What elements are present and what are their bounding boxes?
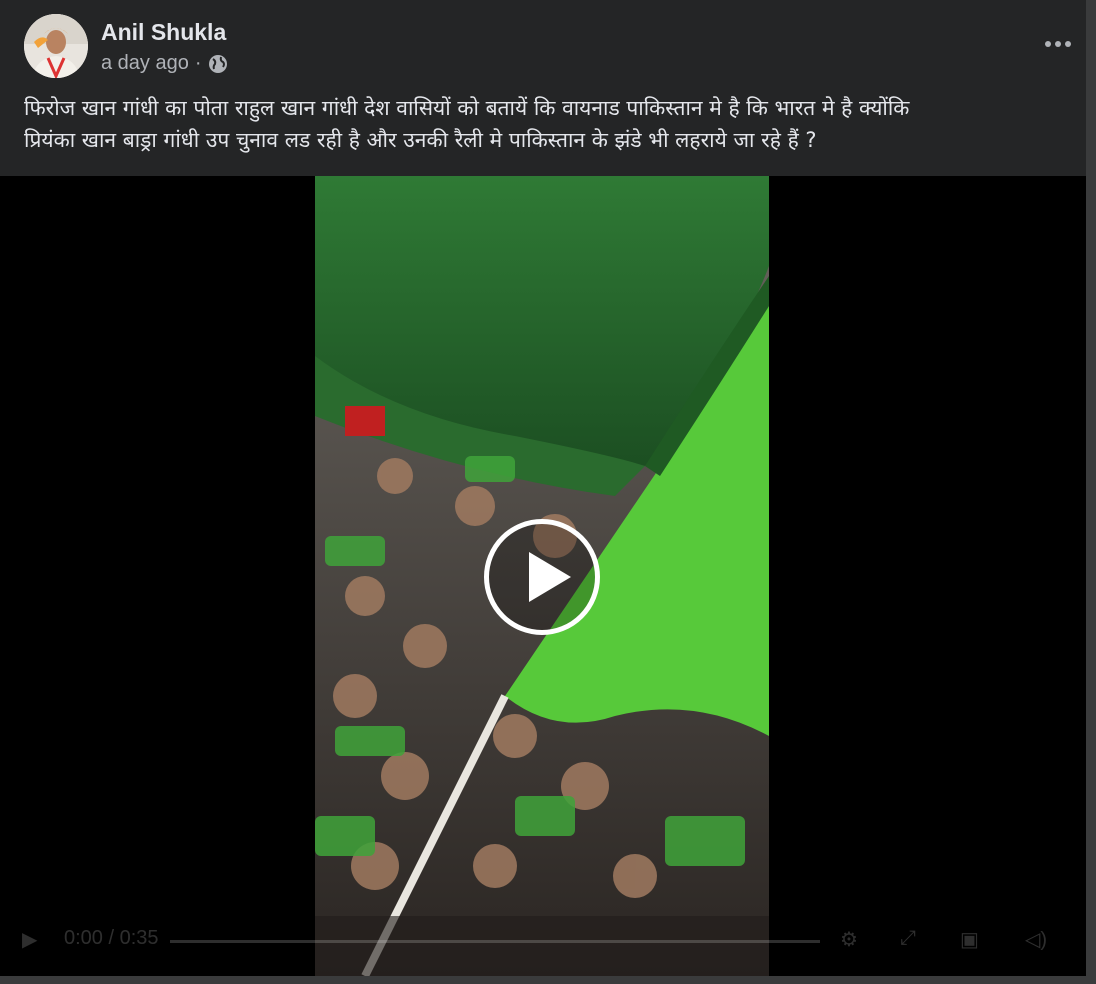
post-caption: फिरोज खान गांधी का पोता राहुल खान गांधी …: [24, 92, 1064, 156]
post-timestamp[interactable]: a day ago: [101, 52, 189, 75]
video-controls: ▶ 0:00 / 0:35 ⚙ ⤢ ▣ ◁): [0, 921, 1086, 961]
pip-icon[interactable]: ▣: [960, 927, 979, 952]
volume-icon[interactable]: ◁): [1025, 927, 1047, 952]
more-options-icon[interactable]: [1038, 28, 1078, 60]
globe-icon: [208, 54, 228, 74]
expand-icon[interactable]: ⤢: [900, 927, 916, 950]
play-button[interactable]: [484, 519, 600, 635]
caption-line: प्रियंका खान बाड्रा गांधी उप चुनाव लड रह…: [24, 128, 817, 152]
facebook-post: Anil Shukla a day ago · फिरोज खान गांधी …: [0, 0, 1086, 984]
post-header: Anil Shukla a day ago ·: [24, 14, 1071, 80]
play-icon: [529, 552, 571, 602]
settings-icon[interactable]: ⚙: [840, 927, 858, 952]
post-meta: a day ago ·: [101, 52, 228, 75]
progress-bar[interactable]: [170, 940, 820, 943]
caption-line: फिरोज खान गांधी का पोता राहुल खान गांधी …: [24, 96, 910, 120]
avatar[interactable]: [24, 14, 88, 78]
meta-separator: ·: [194, 52, 202, 74]
author-name[interactable]: Anil Shukla: [101, 19, 226, 46]
divider: [0, 976, 1096, 984]
play-pause-icon[interactable]: ▶: [22, 927, 37, 952]
video-player[interactable]: ▶ 0:00 / 0:35 ⚙ ⤢ ▣ ◁): [0, 176, 1086, 976]
video-time: 0:00 / 0:35: [64, 927, 159, 949]
scrollbar[interactable]: [1086, 0, 1096, 984]
